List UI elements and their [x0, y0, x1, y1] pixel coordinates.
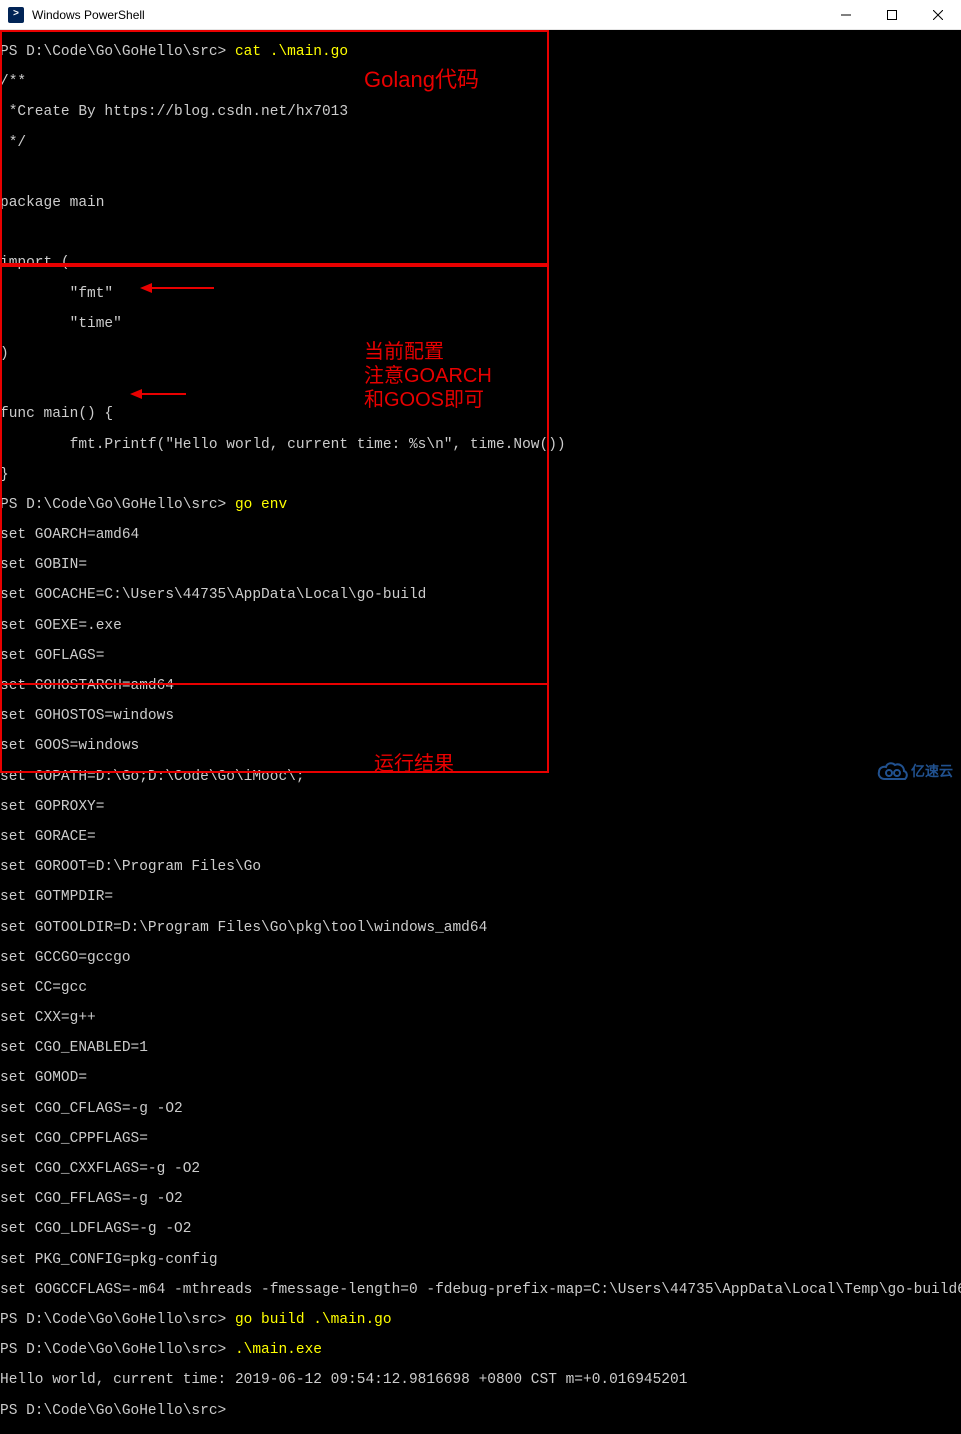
source-line: func main() {	[0, 407, 961, 422]
cloud-icon	[877, 761, 905, 781]
source-line	[0, 166, 961, 181]
env-line: set GOGCCFLAGS=-m64 -mthreads -fmessage-…	[0, 1283, 961, 1298]
watermark: 亿速云	[877, 761, 953, 781]
source-line: fmt.Printf("Hello world, current time: %…	[0, 438, 961, 453]
prompt: PS D:\Code\Go\GoHello\src>	[0, 497, 226, 513]
window-controls	[823, 0, 961, 29]
env-line: set GOMOD=	[0, 1071, 961, 1086]
source-line: }	[0, 468, 961, 483]
source-line: "fmt"	[0, 287, 961, 302]
env-line: set GOFLAGS=	[0, 649, 961, 664]
source-line: package main	[0, 196, 961, 211]
maximize-button[interactable]	[869, 0, 915, 29]
env-line: set GOOS=windows	[0, 739, 961, 754]
env-line: set CC=gcc	[0, 981, 961, 996]
env-line: set GOTMPDIR=	[0, 890, 961, 905]
env-line: set CGO_CXXFLAGS=-g -O2	[0, 1162, 961, 1177]
prompt: PS D:\Code\Go\GoHello\src>	[0, 1312, 226, 1328]
env-line: set GOCACHE=C:\Users\44735\AppData\Local…	[0, 588, 961, 603]
window-title: Windows PowerShell	[32, 8, 823, 22]
minimize-button[interactable]	[823, 0, 869, 29]
env-line: set CGO_ENABLED=1	[0, 1041, 961, 1056]
watermark-text: 亿速云	[911, 761, 953, 781]
source-line	[0, 377, 961, 392]
close-button[interactable]	[915, 0, 961, 29]
env-line: set GOEXE=.exe	[0, 619, 961, 634]
env-line: set CXX=g++	[0, 1011, 961, 1026]
command-cat: cat .\main.go	[235, 44, 348, 60]
command-gobuild: go build .\main.go	[235, 1312, 392, 1328]
env-line: set GOPROXY=	[0, 800, 961, 815]
source-line: *Create By https://blog.csdn.net/hx7013	[0, 105, 961, 120]
terminal-output[interactable]: PS D:\Code\Go\GoHello\src> cat .\main.go…	[0, 30, 961, 789]
powershell-icon	[8, 7, 24, 23]
env-line: set GOARCH=amd64	[0, 528, 961, 543]
source-line: "time"	[0, 317, 961, 332]
prompt: PS D:\Code\Go\GoHello\src>	[0, 1342, 226, 1358]
env-line: set GOHOSTARCH=amd64	[0, 679, 961, 694]
source-line: /**	[0, 75, 961, 90]
env-line: set CGO_CFLAGS=-g -O2	[0, 1102, 961, 1117]
env-line: set GOROOT=D:\Program Files\Go	[0, 860, 961, 875]
output-line: Hello world, current time: 2019-06-12 09…	[0, 1373, 961, 1388]
env-line: set GOHOSTOS=windows	[0, 709, 961, 724]
prompt: PS D:\Code\Go\GoHello\src>	[0, 44, 226, 60]
source-line: */	[0, 136, 961, 151]
env-line: set CGO_LDFLAGS=-g -O2	[0, 1222, 961, 1237]
window-titlebar: Windows PowerShell	[0, 0, 961, 30]
env-line: set GOBIN=	[0, 558, 961, 573]
env-line: set CGO_FFLAGS=-g -O2	[0, 1192, 961, 1207]
source-line: import (	[0, 256, 961, 271]
prompt: PS D:\Code\Go\GoHello\src>	[0, 1403, 226, 1419]
env-line: set CGO_CPPFLAGS=	[0, 1132, 961, 1147]
env-line: set GORACE=	[0, 830, 961, 845]
source-line	[0, 226, 961, 241]
env-line: set PKG_CONFIG=pkg-config	[0, 1253, 961, 1268]
env-line: set GCCGO=gccgo	[0, 951, 961, 966]
command-goenv: go env	[235, 497, 287, 513]
env-line: set GOPATH=D:\Go;D:\Code\Go\iMooc\;	[0, 770, 961, 785]
source-line: )	[0, 347, 961, 362]
env-line: set GOTOOLDIR=D:\Program Files\Go\pkg\to…	[0, 921, 961, 936]
command-run: .\main.exe	[235, 1342, 322, 1358]
